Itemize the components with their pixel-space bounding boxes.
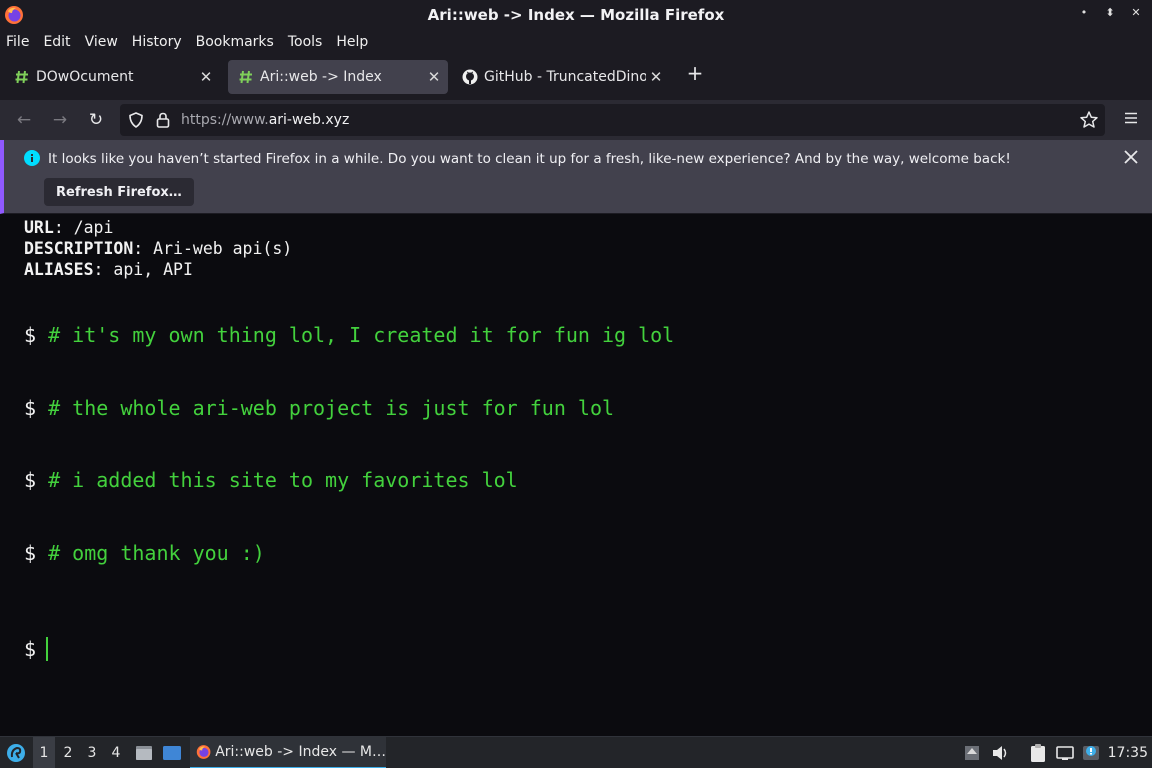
prompt-symbol: $ — [24, 637, 37, 661]
meta-value: : api, API — [93, 260, 193, 279]
volume-icon[interactable] — [990, 743, 1010, 763]
comment-text: # it's my own thing lol, I created it fo… — [48, 323, 675, 347]
workspace-2[interactable]: 2 — [57, 737, 79, 768]
meta-row: ALIASES: api, API — [24, 259, 292, 280]
refresh-firefox-button[interactable]: Refresh Firefox… — [44, 178, 194, 206]
menu-bookmarks[interactable]: Bookmarks — [196, 34, 281, 50]
menu-edit[interactable]: Edit — [43, 34, 77, 50]
page-content: URL: /api DESCRIPTION: Ari-web api(s) AL… — [0, 215, 1152, 736]
meta-value: : /api — [53, 218, 114, 237]
tab-ari-web-index[interactable]: Ari::web -> Index ✕ — [228, 60, 448, 94]
tab-label: DOwOcument — [36, 69, 134, 85]
tab-label: Ari::web -> Index — [260, 69, 382, 85]
hash-icon — [239, 70, 252, 84]
taskbar-task-firefox[interactable]: Ari::web -> Index — M… — [190, 737, 386, 768]
menu-bar: File Edit View History Bookmarks Tools H… — [0, 30, 1152, 54]
text-cursor[interactable] — [46, 637, 49, 661]
notifications-icon[interactable] — [1081, 743, 1101, 763]
terminal-line: $ # omg thank you :) — [24, 541, 265, 565]
close-tab-icon[interactable]: ✕ — [424, 68, 444, 86]
menu-tools[interactable]: Tools — [288, 34, 330, 50]
meta-key: URL — [24, 218, 54, 237]
forward-button[interactable]: → — [50, 110, 70, 130]
reload-button[interactable]: ↻ — [86, 110, 106, 130]
close-icon[interactable] — [1124, 150, 1138, 164]
prompt-symbol: $ — [24, 323, 37, 347]
notification-bar: It looks like you haven’t started Firefo… — [0, 140, 1152, 214]
close-tab-icon[interactable]: ✕ — [646, 68, 666, 86]
show-desktop-icon[interactable] — [162, 743, 182, 763]
lock-icon[interactable] — [156, 112, 170, 128]
meta-row: DESCRIPTION: Ari-web api(s) — [24, 238, 292, 259]
window-titlebar: Ari::web -> Index — Mozilla Firefox • ⬍ … — [0, 0, 1152, 30]
taskbar: 1 2 3 4 Ari::web -> Index — M… 17:35 — [0, 736, 1152, 768]
workspace-4[interactable]: 4 — [105, 737, 127, 768]
network-icon[interactable] — [1055, 743, 1075, 763]
clipboard-icon[interactable] — [1028, 743, 1048, 763]
tab-github[interactable]: GitHub - TruncatedDinos ✕ — [452, 60, 670, 94]
github-icon — [462, 69, 478, 85]
url-prefix: https://www. — [181, 112, 269, 128]
comment-text: # i added this site to my favorites lol — [48, 468, 518, 492]
tab-label: GitHub - TruncatedDinos — [484, 69, 646, 85]
window-controls: • ⬍ ✕ — [1078, 6, 1142, 19]
close-tab-icon[interactable]: ✕ — [196, 68, 216, 86]
menu-file[interactable]: File — [6, 34, 36, 50]
meta-key: ALIASES — [24, 260, 94, 279]
terminal-line: $ # it's my own thing lol, I created it … — [24, 323, 674, 347]
terminal-line: $ # i added this site to my favorites lo… — [24, 468, 518, 492]
firefox-logo-icon — [196, 745, 211, 759]
meta-value: : Ari-web api(s) — [133, 239, 293, 258]
menu-history[interactable]: History — [132, 34, 189, 50]
menu-view[interactable]: View — [85, 34, 125, 50]
maximize-icon[interactable]: ⬍ — [1104, 6, 1116, 19]
firefox-logo-icon — [5, 6, 23, 24]
url-bar[interactable]: https://www.ari-web.xyz — [120, 104, 1105, 136]
notification-message: It looks like you haven’t started Firefo… — [48, 151, 1011, 167]
shield-icon[interactable] — [128, 112, 144, 128]
close-icon[interactable]: ✕ — [1130, 6, 1142, 19]
prompt-symbol: $ — [24, 396, 37, 420]
file-manager-icon[interactable] — [134, 743, 154, 763]
meta-key: DESCRIPTION — [24, 239, 134, 258]
tab-dowocument[interactable]: DOwOcument ✕ — [4, 60, 220, 94]
terminal-line: $ # the whole ari-web project is just fo… — [24, 396, 614, 420]
window-title: Ari::web -> Index — Mozilla Firefox — [427, 6, 725, 24]
bookmark-star-icon[interactable] — [1079, 110, 1099, 130]
back-button[interactable]: ← — [14, 110, 34, 130]
workspace-3[interactable]: 3 — [81, 737, 103, 768]
clock[interactable]: 17:35 — [1108, 737, 1148, 768]
workspace-1[interactable]: 1 — [33, 737, 55, 768]
comment-text: # the whole ari-web project is just for … — [48, 396, 615, 420]
hash-icon — [15, 70, 28, 84]
url-text[interactable]: https://www.ari-web.xyz — [181, 112, 349, 128]
new-tab-button[interactable]: + — [684, 62, 706, 84]
task-label: Ari::web -> Index — M… — [215, 744, 386, 760]
tray-arrow-icon[interactable] — [962, 743, 982, 763]
info-icon — [24, 150, 40, 166]
menu-hamburger-icon[interactable] — [1124, 111, 1138, 125]
app-launcher-icon[interactable] — [6, 743, 26, 763]
nav-toolbar: ← → ↻ https://www.ari-web.xyz — [0, 100, 1152, 140]
url-domain: ari-web.xyz — [268, 112, 350, 128]
comment-text: # omg thank you :) — [48, 541, 265, 565]
prompt-symbol: $ — [24, 541, 37, 565]
meta-row: URL: /api — [24, 217, 292, 238]
prompt-symbol: $ — [24, 468, 37, 492]
minimize-icon[interactable]: • — [1078, 6, 1090, 19]
tab-strip: DOwOcument ✕ Ari::web -> Index ✕ GitHub … — [0, 54, 1152, 100]
terminal-input-line[interactable]: $ — [24, 637, 49, 661]
menu-help[interactable]: Help — [336, 34, 375, 50]
api-metadata: URL: /api DESCRIPTION: Ari-web api(s) AL… — [24, 217, 292, 280]
